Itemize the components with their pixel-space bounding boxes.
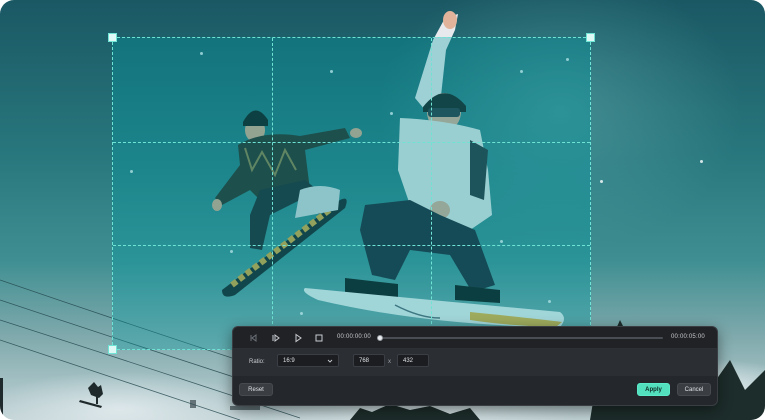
cancel-button[interactable]: Cancel	[677, 383, 711, 396]
width-value: 768	[359, 358, 370, 364]
end-time: 00:00:05:00	[671, 334, 705, 340]
ratio-select-value: 16:9	[283, 358, 295, 364]
action-row: Reset Apply Cancel	[233, 376, 717, 407]
image-canvas: 00:00:00:00 00:00:05:00 Ratio: 16:9 768 …	[0, 0, 765, 420]
height-field[interactable]: 432	[397, 354, 429, 367]
crop-handle-bottom-left[interactable]	[108, 345, 117, 354]
dimension-separator: x	[388, 359, 391, 365]
ratio-select[interactable]: 16:9	[277, 354, 339, 367]
crop-frame[interactable]	[108, 33, 595, 354]
height-value: 432	[403, 358, 414, 364]
crop-control-panel: 00:00:00:00 00:00:05:00 Ratio: 16:9 768 …	[232, 326, 718, 406]
timeline-playhead[interactable]	[377, 335, 383, 341]
current-time: 00:00:00:00	[337, 334, 371, 340]
crop-grid-line-vertical	[271, 38, 273, 349]
prev-frame-icon[interactable]	[249, 333, 259, 343]
crop-grid-line-vertical	[430, 38, 432, 349]
reset-button[interactable]: Reset	[239, 383, 273, 396]
crop-handle-top-left[interactable]	[108, 33, 117, 42]
width-field[interactable]: 768	[353, 354, 385, 367]
timeline-track[interactable]	[379, 337, 663, 339]
crop-grid-line-horizontal	[113, 245, 590, 247]
playback-bar: 00:00:00:00 00:00:05:00	[233, 327, 717, 349]
play-clip-icon[interactable]	[271, 333, 281, 343]
crop-grid-line-horizontal	[113, 141, 590, 143]
apply-button[interactable]: Apply	[637, 383, 670, 396]
ratio-row: Ratio: 16:9 768 x 432	[233, 349, 717, 376]
chevron-down-icon	[327, 359, 333, 363]
stop-icon[interactable]	[314, 333, 324, 343]
play-icon[interactable]	[293, 333, 303, 343]
crop-handle-top-right[interactable]	[586, 33, 595, 42]
ratio-label: Ratio:	[249, 359, 265, 365]
